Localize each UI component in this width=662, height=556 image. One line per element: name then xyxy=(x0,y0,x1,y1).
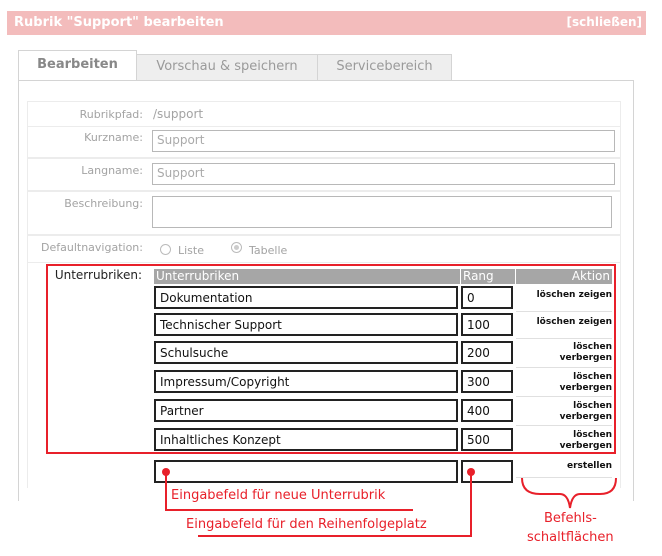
row-divider xyxy=(516,425,612,426)
subrubric-name-input[interactable]: Impressum/Copyright xyxy=(154,370,458,393)
radio-tabelle[interactable] xyxy=(231,242,242,253)
delete-button[interactable]: löschen xyxy=(516,342,612,353)
delete-button[interactable]: löschen xyxy=(516,401,612,412)
subrubric-rank-input[interactable]: 500 xyxy=(461,428,513,451)
subrubric-rank-input[interactable]: 400 xyxy=(461,399,513,422)
subrubric-rank-input[interactable]: 200 xyxy=(461,341,513,364)
row-divider xyxy=(516,396,612,397)
subrubric-actions: löschen verbergen xyxy=(516,401,612,423)
beschreibung-label: Beschreibung: xyxy=(64,197,143,210)
annotation-line xyxy=(470,472,472,536)
delete-button[interactable]: löschen xyxy=(537,290,576,300)
defaultnavigation-label: Defaultnavigation: xyxy=(41,241,143,254)
row-divider xyxy=(516,338,612,339)
rubrikpfad-label: Rubrikpfad: xyxy=(79,108,143,121)
tab-bearbeiten[interactable]: Bearbeiten xyxy=(18,50,137,82)
show-button[interactable]: zeigen xyxy=(579,317,612,327)
subrubric-actions: löschen verbergen xyxy=(516,342,612,364)
row-divider xyxy=(516,311,612,312)
annotation-line xyxy=(165,472,167,510)
subrubric-name-input[interactable]: Dokumentation xyxy=(154,286,458,309)
annotation-underline xyxy=(198,535,472,537)
annotation-bracket xyxy=(521,477,617,509)
subrubric-rank-input[interactable]: 0 xyxy=(461,286,513,309)
hide-button[interactable]: verbergen xyxy=(516,412,612,423)
subrubric-name-input[interactable]: Inhaltliches Konzept xyxy=(154,428,458,451)
annotation-buttons-line2: schaltflächen xyxy=(527,530,614,545)
kurzname-label: Kurzname: xyxy=(84,131,143,144)
delete-button[interactable]: löschen xyxy=(516,430,612,441)
show-button[interactable]: zeigen xyxy=(579,290,612,300)
hide-button[interactable]: verbergen xyxy=(516,353,612,364)
subrubric-name-input[interactable]: Partner xyxy=(154,399,458,422)
create-button[interactable]: erstellen xyxy=(516,461,612,472)
beschreibung-textarea[interactable] xyxy=(152,196,612,228)
header-unterrubriken: Unterrubriken xyxy=(154,269,460,284)
subrubric-actions: löschen zeigen xyxy=(516,290,612,301)
header-rang: Rang xyxy=(461,269,515,284)
close-link[interactable]: [schließen] xyxy=(567,15,642,29)
langname-label: Langname: xyxy=(81,164,143,177)
tab-servicebereich[interactable]: Servicebereich xyxy=(317,54,452,81)
hide-button[interactable]: verbergen xyxy=(516,383,612,394)
delete-button[interactable]: löschen xyxy=(516,372,612,383)
tab-vorschau-speichern[interactable]: Vorschau & speichern xyxy=(136,54,318,81)
row-divider xyxy=(516,367,612,368)
dialog-titlebar: Rubrik "Support" bearbeiten [schließen] xyxy=(7,11,646,35)
annotation-rank-input: Eingabefeld für den Reihenfolgeplatz xyxy=(186,517,427,532)
kurzname-input[interactable]: Support xyxy=(152,130,615,152)
annotation-new-input: Eingabefeld für neue Unterrubrik xyxy=(171,488,386,503)
subrubric-name-input[interactable]: Schulsuche xyxy=(154,341,458,364)
delete-button[interactable]: löschen xyxy=(537,317,576,327)
subrubric-actions: löschen zeigen xyxy=(516,317,612,328)
rubrikpfad-value: /support xyxy=(153,107,204,121)
subrubric-rank-input[interactable]: 300 xyxy=(461,370,513,393)
radio-liste-label: Liste xyxy=(178,244,204,257)
radio-liste[interactable] xyxy=(160,244,171,255)
new-subrubric-name-input[interactable] xyxy=(154,460,458,483)
header-aktion: Aktion xyxy=(516,269,612,284)
subrubric-name-input[interactable]: Technischer Support xyxy=(154,313,458,336)
dialog-title: Rubrik "Support" bearbeiten xyxy=(14,15,224,30)
subrubric-actions: löschen verbergen xyxy=(516,430,612,452)
hide-button[interactable]: verbergen xyxy=(516,441,612,452)
subrubric-rank-input[interactable]: 100 xyxy=(461,313,513,336)
annotation-underline xyxy=(165,509,413,511)
subrubric-actions: löschen verbergen xyxy=(516,372,612,394)
radio-tabelle-label: Tabelle xyxy=(249,244,288,257)
annotation-buttons-line1: Befehls- xyxy=(544,511,597,526)
langname-input[interactable]: Support xyxy=(152,163,615,185)
